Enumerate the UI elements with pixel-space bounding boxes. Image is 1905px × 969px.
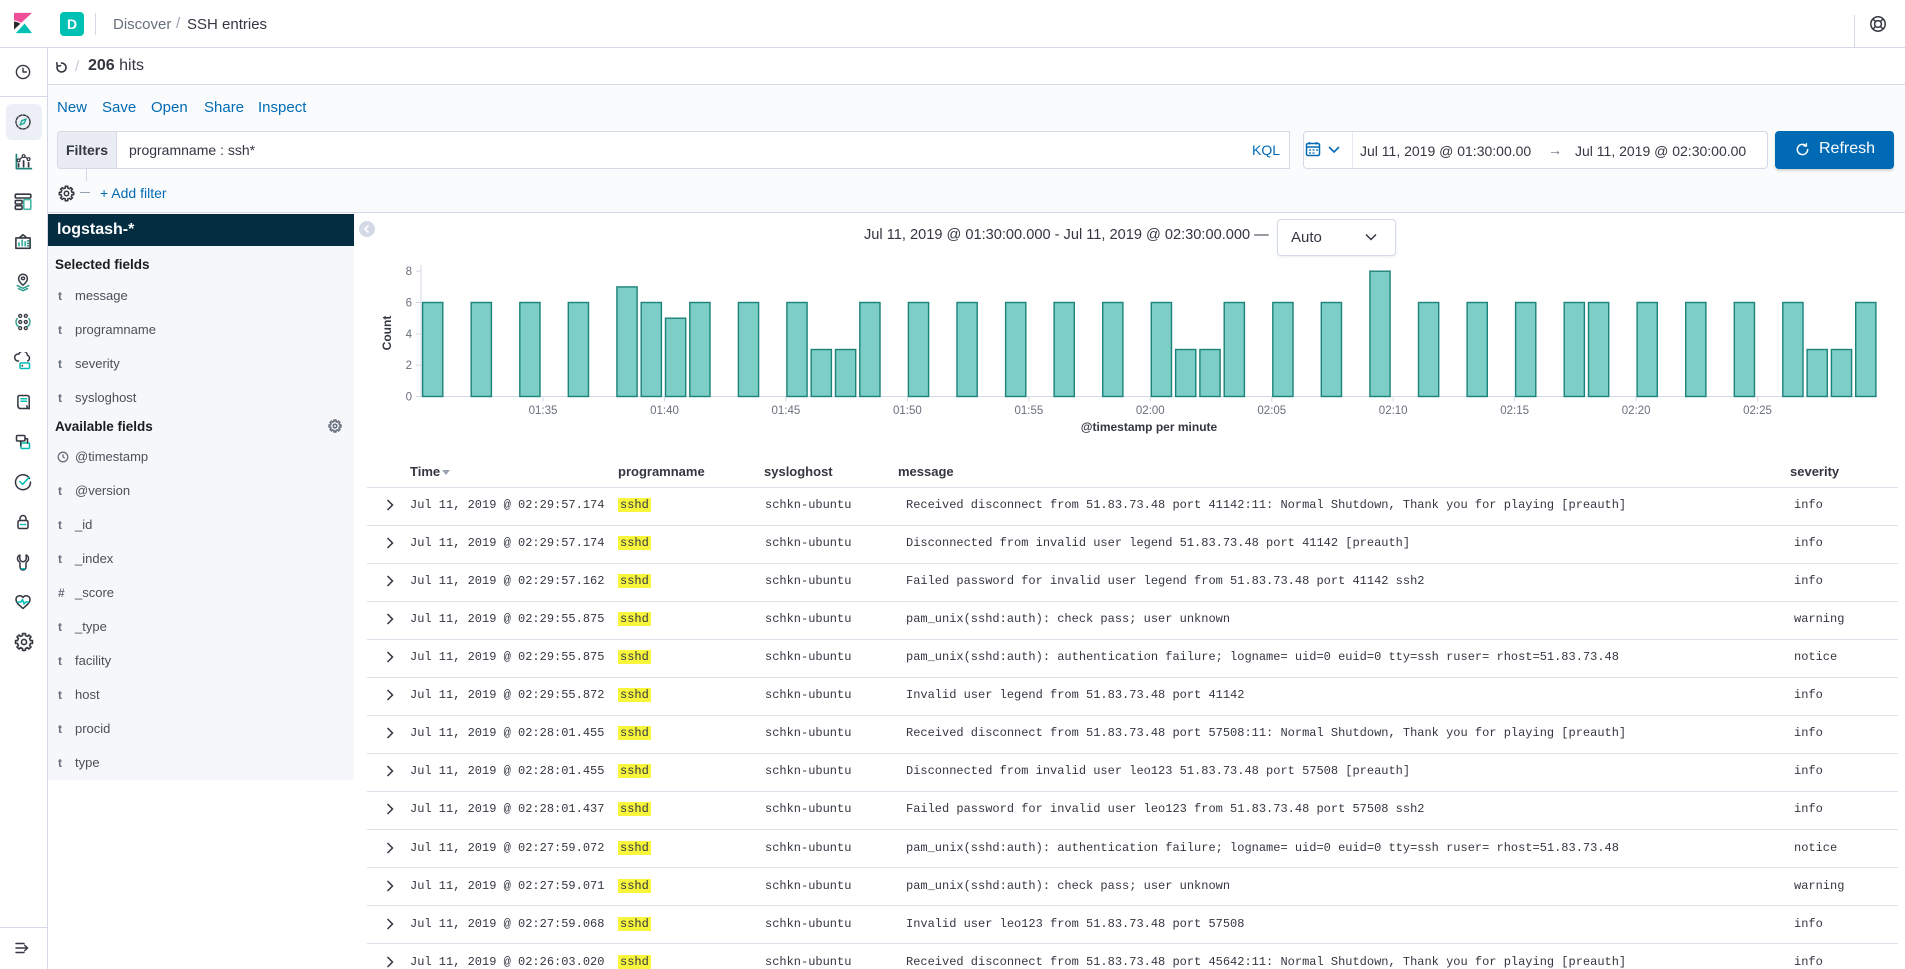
svg-text:02:10: 02:10	[1379, 405, 1408, 417]
svg-text:01:40: 01:40	[650, 405, 679, 417]
svg-text:01:35: 01:35	[529, 405, 558, 417]
svg-text:02:20: 02:20	[1622, 405, 1651, 417]
svg-text:01:50: 01:50	[893, 405, 922, 417]
svg-text:2: 2	[406, 360, 412, 372]
svg-text:Count: Count	[380, 316, 394, 351]
svg-text:02:05: 02:05	[1257, 405, 1286, 417]
svg-text:8: 8	[406, 266, 412, 278]
svg-text:02:00: 02:00	[1136, 405, 1165, 417]
svg-text:01:55: 01:55	[1015, 405, 1044, 417]
svg-text:4: 4	[406, 329, 413, 341]
svg-text:6: 6	[406, 298, 412, 310]
svg-text:0: 0	[406, 392, 412, 404]
svg-text:02:25: 02:25	[1743, 405, 1772, 417]
svg-text:@timestamp per minute: @timestamp per minute	[1081, 420, 1218, 434]
svg-text:01:45: 01:45	[772, 405, 801, 417]
svg-text:02:15: 02:15	[1500, 405, 1529, 417]
